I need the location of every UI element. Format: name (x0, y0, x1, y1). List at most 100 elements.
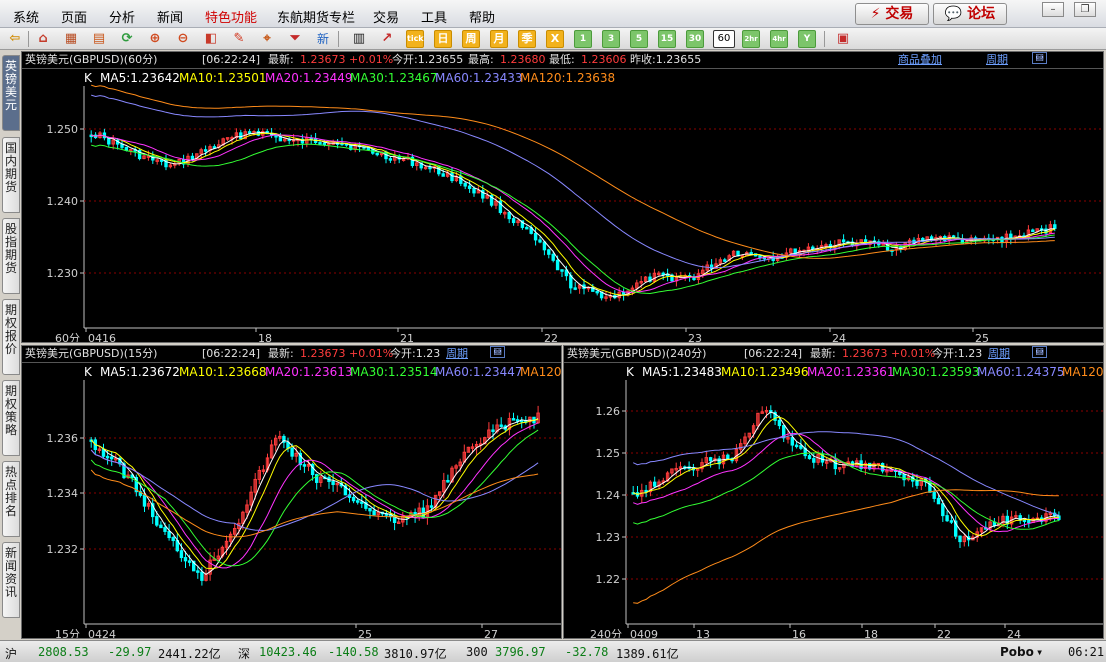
candle-body (511, 418, 516, 421)
table-icon[interactable]: ▥ (350, 30, 368, 48)
panel-icon[interactable]: ▣ (834, 30, 852, 48)
sz-change: -140.58 (328, 645, 379, 659)
back-icon[interactable]: ⇦ (6, 30, 24, 48)
tick-button[interactable]: tick (406, 30, 424, 48)
y-tick-label: 1.25 (596, 447, 621, 460)
new-button[interactable]: 新 (314, 30, 332, 48)
zoom-in-icon[interactable]: ⊕ (146, 30, 164, 48)
side-tab-option-quotes[interactable]: 期权报价 (2, 299, 20, 375)
ma-line-1 (91, 132, 1055, 296)
min3-button[interactable]: 3 (602, 30, 620, 48)
min5-button[interactable]: 5 (630, 30, 648, 48)
menu-help[interactable]: 帮助 (469, 7, 495, 26)
ma-line-3 (633, 452, 1060, 530)
candle-body (936, 497, 941, 505)
candle-body (190, 155, 195, 160)
grid-icon[interactable]: ▦ (62, 30, 80, 48)
candle-body (155, 516, 159, 526)
candlestick-chart-240min[interactable]: 1.26 1.25 1.24 1.23 1.22 0409 13 16 18 22 24 240分 (564, 346, 1104, 639)
hr2-button[interactable]: 2hr (742, 30, 760, 48)
side-tab-news[interactable]: 新闻资讯 (2, 542, 20, 618)
menu-news[interactable]: 新闻 (157, 7, 183, 26)
chart-panel-60min[interactable]: 英镑美元(GBPUSD)(60分) [06:22:24] 最新: 1.23673… (21, 51, 1104, 343)
candle-body (542, 241, 547, 251)
menu-trade[interactable]: 交易 (373, 7, 399, 26)
candle-body (446, 479, 450, 483)
clock: 06:21 (1068, 645, 1105, 659)
candlestick-chart-15min[interactable]: 1.236 1.234 1.232 0424 25 27 15分 (22, 346, 562, 639)
x-tick-label: 25 (358, 628, 372, 639)
x-tick-label: 0416 (88, 332, 116, 343)
candle-body (653, 481, 657, 487)
menu-features[interactable]: 特色功能 (205, 7, 257, 26)
y-button[interactable]: Y (798, 30, 816, 48)
side-tab-gbpusd[interactable]: 英镑美元 (2, 55, 20, 131)
c300-label: 300 (466, 645, 488, 659)
candle-body (388, 158, 393, 161)
candle-body (569, 275, 573, 289)
x-tick-label: 24 (1007, 628, 1021, 639)
min15-button[interactable]: 15 (658, 30, 676, 48)
y-tick-label: 1.234 (47, 487, 79, 500)
y-tick-label: 1.24 (596, 489, 621, 502)
menu-system[interactable]: 系统 (13, 7, 39, 26)
sz-index: 10423.46 (259, 645, 317, 659)
side-tab-index-futures[interactable]: 股指期货 (2, 218, 20, 294)
x-tick-label: 18 (864, 628, 878, 639)
candle-body (110, 456, 114, 460)
min30-button[interactable]: 30 (686, 30, 704, 48)
candle-body (360, 501, 364, 504)
min1-button[interactable]: 1 (574, 30, 592, 48)
zoom-out-icon[interactable]: ⊖ (174, 30, 192, 48)
candlestick-chart-60min[interactable]: 1.250 1.240 1.230 0416 18 21 22 23 24 25 60分 (22, 52, 1104, 343)
chart-panel-15min[interactable]: 英镑美元(GBPUSD)(15分) [06:22:24] 最新: 1.23673… (21, 345, 562, 639)
hr4-button[interactable]: 4hr (770, 30, 788, 48)
sz-volume: 3810.97亿 (384, 647, 447, 661)
x-tick-label: 0424 (88, 628, 116, 639)
candle-body (525, 226, 529, 230)
line-chart-icon[interactable]: ↗ (378, 30, 396, 48)
candle-body (302, 464, 307, 467)
chart-panel-240min[interactable]: 英镑美元(GBPUSD)(240分) [06:22:24] 最新: 1.2367… (563, 345, 1104, 639)
filter-icon[interactable]: ⏷ (286, 30, 304, 48)
side-tab-domestic-futures[interactable]: 国内期货 (2, 137, 20, 213)
year-button[interactable]: X (546, 30, 564, 48)
menu-column[interactable]: 东航期货专栏 (277, 7, 355, 26)
menu-tools[interactable]: 工具 (421, 7, 447, 26)
candle-body (322, 142, 327, 146)
forum-button[interactable]: 💬 论坛 (933, 3, 1007, 25)
day-button[interactable]: 日 (434, 30, 452, 48)
side-tab-option-strategy[interactable]: 期权策略 (2, 380, 20, 456)
candle-body (368, 507, 372, 512)
chart-window-icon[interactable]: ▤ (90, 30, 108, 48)
draw-tool-icon[interactable]: ⌖ (258, 30, 276, 48)
month-button[interactable]: 月 (490, 30, 508, 48)
candle-body (1022, 519, 1027, 523)
candle-body (551, 253, 555, 261)
minimize-button[interactable]: – (1042, 2, 1064, 17)
brand-label: Pobo (1000, 645, 1034, 659)
candle-body (499, 424, 503, 427)
week-button[interactable]: 周 (462, 30, 480, 48)
pen-icon[interactable]: ✎ (230, 30, 248, 48)
candle-body (560, 269, 564, 272)
candle-body (555, 259, 560, 271)
y-tick-label: 1.236 (47, 432, 79, 445)
refresh-icon[interactable]: ⟳ (118, 30, 136, 48)
candle-body (159, 159, 164, 162)
candle-body (958, 535, 962, 543)
side-tab-hot-ranking[interactable]: 热点排名 (2, 461, 20, 537)
min60-button[interactable]: 60 (713, 30, 735, 48)
candle-body (429, 505, 434, 508)
menu-analysis[interactable]: 分析 (109, 7, 135, 26)
candle-body (491, 429, 495, 432)
trade-button[interactable]: ⚡ 交易 (855, 3, 929, 25)
menu-page[interactable]: 页面 (61, 7, 87, 26)
window-icon[interactable]: ◧ (202, 30, 220, 48)
season-button[interactable]: 季 (518, 30, 536, 48)
y-tick-label: 1.250 (47, 123, 79, 136)
ma-line-0 (633, 411, 1059, 540)
candle-body (372, 510, 376, 516)
restore-button[interactable]: ❐ (1074, 2, 1096, 17)
home-icon[interactable]: ⌂ (34, 30, 52, 48)
